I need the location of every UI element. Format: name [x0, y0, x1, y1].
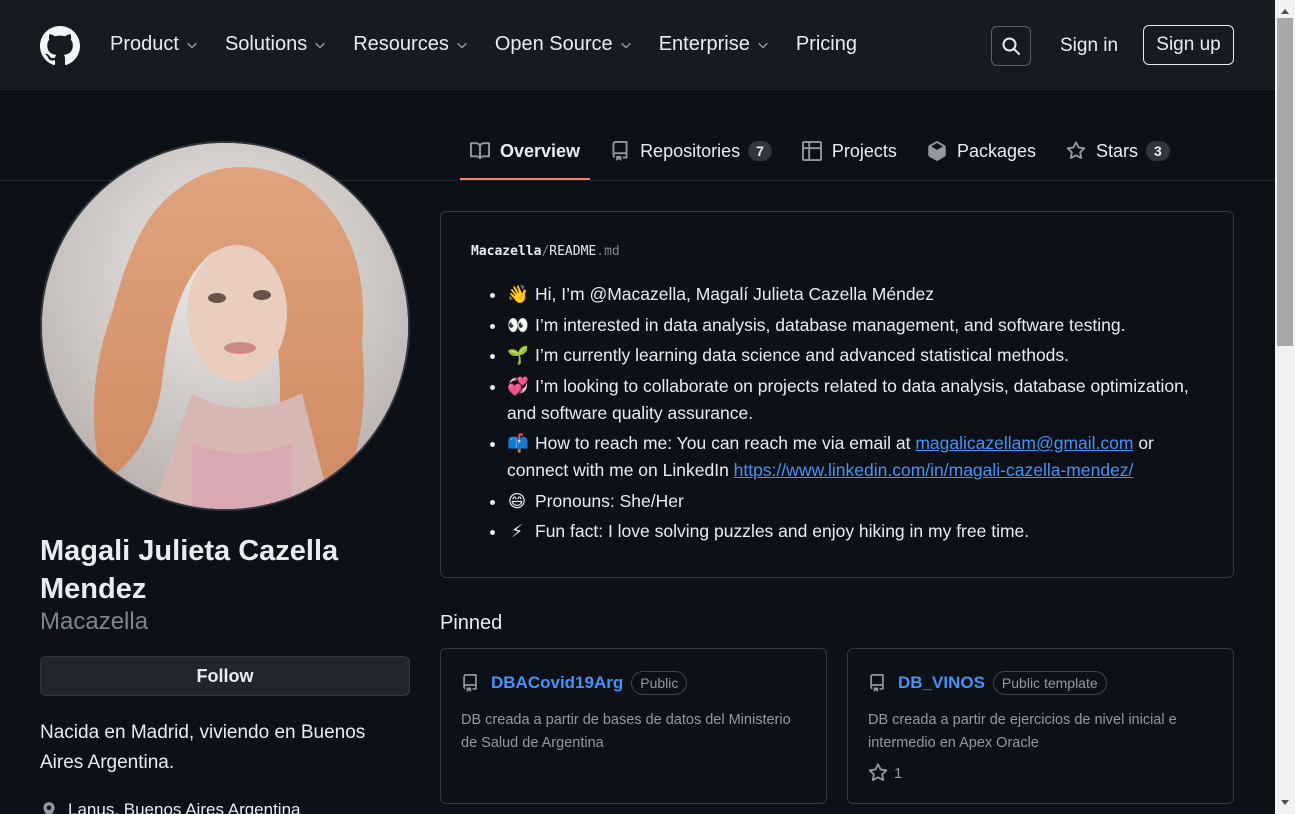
- star-count: 1: [894, 764, 903, 782]
- tab-label: Stars: [1096, 140, 1139, 161]
- tab-projects[interactable]: Projects: [792, 122, 907, 180]
- sign-up-button[interactable]: Sign up: [1143, 25, 1234, 65]
- list-item-text: I’m looking to collaborate on projects r…: [507, 375, 1189, 423]
- chevron-down-icon: [187, 42, 197, 49]
- readme-list: 👋 Hi, I’m @Macazella, Magalí Julieta Caze…: [471, 281, 1203, 545]
- profile-tabs: Overview Repositories 7 Projects Package…: [460, 122, 1190, 180]
- list-item-text: Pronouns: She/Her: [535, 490, 684, 511]
- list-item: 📫 How to reach me: You can reach me via e…: [507, 430, 1203, 484]
- tab-label: Packages: [956, 140, 1036, 161]
- follow-button[interactable]: Follow: [40, 656, 410, 696]
- repo-count-badge: 7: [748, 141, 772, 161]
- star-icon: [1066, 141, 1086, 160]
- pinned-card: DB_VINOS Public template DB creada a par…: [847, 648, 1234, 804]
- readme-extension: .md: [596, 244, 620, 259]
- nav-label: Open Source: [494, 33, 613, 55]
- linkedin-link[interactable]: https://www.linkedin.com/in/magali-cazel…: [734, 460, 1134, 480]
- pinned-heading: Pinned: [440, 612, 503, 634]
- tab-stars[interactable]: Stars 3: [1056, 122, 1180, 180]
- card-header: DBACovid19Arg Public: [461, 671, 806, 695]
- table-icon: [801, 141, 822, 161]
- email-link[interactable]: magalicazellam@gmail.com: [915, 433, 1133, 453]
- repo-template-icon: [870, 674, 884, 692]
- repo-stars[interactable]: 1: [868, 763, 1213, 783]
- list-item: 👀 I’m interested in data analysis, databa…: [507, 312, 1203, 339]
- star-icon: [868, 763, 888, 782]
- book-icon: [470, 142, 490, 160]
- repo-name-link[interactable]: DB_VINOS: [898, 673, 985, 693]
- mailbox-icon: 📫: [507, 433, 529, 453]
- tab-overview[interactable]: Overview: [460, 122, 591, 180]
- list-item: 🌱 I’m currently learning data science and…: [507, 342, 1203, 369]
- chevron-down-icon: [620, 42, 631, 49]
- scroll-down-arrow-icon[interactable]: [1279, 798, 1291, 808]
- nav-label: Enterprise: [658, 33, 750, 55]
- search-icon: [1002, 37, 1020, 55]
- nav-open-source[interactable]: Open Source: [495, 33, 633, 56]
- smile-icon: 😄: [507, 490, 527, 511]
- nav-enterprise[interactable]: Enterprise: [659, 33, 770, 56]
- nav-pricing[interactable]: Pricing: [796, 33, 857, 56]
- profile-full-name: Magali Julieta Cazella Mendez: [40, 535, 339, 605]
- location-text: Lanus, Buenos Aires Argentina: [68, 800, 301, 814]
- avatar-photo: [42, 143, 408, 509]
- repo-description: DB creada a partir de ejercicios de nive…: [868, 712, 1177, 751]
- seedling-icon: 🌱: [507, 345, 529, 365]
- nav-resources[interactable]: Resources: [353, 33, 469, 56]
- list-item-text: I’m interested in data analysis, databas…: [535, 314, 1126, 335]
- pinned-card: DBACovid19Arg Public DB creada a partir …: [440, 648, 827, 804]
- card-header: DB_VINOS Public template: [868, 671, 1213, 695]
- eyes-icon: 👀: [507, 314, 529, 335]
- profile-username: Macazella: [40, 608, 149, 635]
- tab-label: Overview: [500, 140, 581, 161]
- chevron-down-icon: [315, 42, 326, 49]
- scrollbar-thumb[interactable]: [1277, 18, 1293, 346]
- list-item: 💞I’m looking to collaborate on projects …: [507, 373, 1203, 427]
- visibility-badge: Public template: [992, 671, 1107, 695]
- readme-path: Macazella/README.md: [471, 244, 1203, 259]
- list-item: ⚡ Fun fact: I love solving puzzles and en…: [507, 518, 1203, 545]
- search-button[interactable]: [991, 26, 1031, 66]
- list-item-text: I’m currently learning data science and …: [535, 345, 1070, 365]
- main-nav: Product Solutions Resources Open Source …: [110, 33, 883, 56]
- package-icon: [928, 141, 946, 161]
- nav-product[interactable]: Product: [110, 33, 199, 56]
- profile-bio: Nacida en Madrid, viviendo en Buenos Air…: [40, 722, 366, 773]
- nav-label: Pricing: [795, 33, 857, 55]
- profile-location: Lanus, Buenos Aires Argentina: [40, 800, 301, 814]
- avatar[interactable]: [40, 141, 410, 511]
- list-item-text: How to reach me: You can reach me via em…: [535, 433, 916, 453]
- list-item-text: Hi, I’m @Macazella, Magalí Julieta Cazel…: [535, 284, 935, 304]
- list-item: 👋 Hi, I’m @Macazella, Magalí Julieta Caze…: [507, 281, 1203, 308]
- visibility-badge: Public: [631, 671, 688, 695]
- list-item-text: Fun fact: I love solving puzzles and enj…: [535, 521, 1030, 541]
- stars-count-badge: 3: [1146, 141, 1170, 161]
- nav-label: Solutions: [224, 33, 308, 55]
- chevron-down-icon: [757, 42, 768, 49]
- readme-filename: README: [549, 244, 597, 259]
- tab-label: Projects: [831, 140, 897, 161]
- list-item: 😄 Pronouns: She/Her: [507, 488, 1203, 515]
- sign-in-link[interactable]: Sign in: [1060, 35, 1118, 57]
- readme-owner[interactable]: Macazella: [471, 244, 541, 259]
- repo-description: DB creada a partir de bases de datos del…: [461, 712, 791, 751]
- repo-name-link[interactable]: DBACovid19Arg: [491, 673, 623, 693]
- chevron-down-icon: [456, 42, 467, 49]
- nav-label: Resources: [353, 33, 449, 55]
- github-logo-icon[interactable]: [40, 26, 80, 66]
- lightning-icon: ⚡: [510, 521, 524, 541]
- repo-icon: [463, 674, 477, 692]
- scroll-up-arrow-icon[interactable]: [1279, 6, 1291, 16]
- tab-packages[interactable]: Packages: [917, 122, 1046, 180]
- nav-label: Product: [110, 33, 179, 55]
- nav-solutions[interactable]: Solutions: [225, 33, 327, 56]
- hearts-icon: 💞: [507, 375, 529, 396]
- repo-icon: [612, 141, 628, 161]
- readme-card: Macazella/README.md 👋 Hi, I’m @Macazella,…: [440, 211, 1234, 578]
- location-icon: [43, 802, 55, 814]
- tab-repositories[interactable]: Repositories 7: [600, 122, 782, 180]
- tab-label: Repositories: [640, 140, 741, 161]
- waving-hand-icon: 👋: [507, 284, 529, 304]
- site-header: Product Solutions Resources Open Source …: [0, 0, 1275, 90]
